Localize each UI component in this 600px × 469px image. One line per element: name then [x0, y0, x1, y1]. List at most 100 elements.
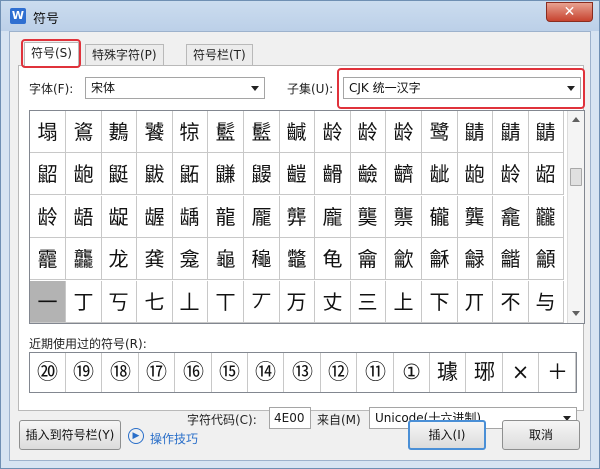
symbol-cell[interactable]: 龐 — [315, 196, 351, 238]
symbol-cell[interactable]: 龎 — [244, 196, 280, 238]
symbol-cell[interactable]: 饕 — [137, 111, 173, 153]
symbol-cell[interactable]: 龌 — [137, 196, 173, 238]
symbol-cell[interactable]: 万 — [279, 281, 315, 323]
recent-symbol-cell[interactable]: ⑬ — [285, 353, 321, 392]
symbol-cell[interactable]: 龒 — [386, 196, 422, 238]
symbol-cell[interactable]: 龍 — [208, 196, 244, 238]
symbol-cell[interactable]: 龄 — [350, 111, 386, 153]
symbol-cell[interactable]: 龉 — [66, 196, 102, 238]
symbol-cell[interactable]: 鼱 — [493, 111, 529, 153]
symbol-cell[interactable]: 龞 — [279, 238, 315, 280]
symbol-cell[interactable]: 龅 — [66, 153, 102, 195]
subset-select[interactable]: CJK 统一汉字 — [343, 77, 581, 99]
symbol-cell[interactable]: 龢 — [422, 238, 458, 280]
symbol-grid-scrollbar[interactable] — [567, 111, 584, 323]
recent-symbol-cell[interactable]: 琊 — [467, 353, 503, 392]
symbol-cell[interactable]: 龜 — [208, 238, 244, 280]
symbol-cell[interactable]: 龓 — [422, 196, 458, 238]
symbol-cell[interactable]: 鹭 — [422, 111, 458, 153]
symbol-cell[interactable]: 龋 — [172, 196, 208, 238]
symbol-cell[interactable]: 丆 — [244, 281, 280, 323]
symbol-cell[interactable]: 䶢 — [279, 111, 315, 153]
symbol-cell[interactable]: 鶈 — [101, 111, 137, 153]
symbol-cell[interactable]: 龤 — [493, 238, 529, 280]
symbol-cell[interactable]: 龠 — [350, 238, 386, 280]
recent-symbol-cell[interactable]: ⑫ — [321, 353, 357, 392]
symbol-cell[interactable]: 龄 — [493, 153, 529, 195]
symbol-cell[interactable]: 龘 — [66, 238, 102, 280]
recent-symbol-cell[interactable]: ⑲ — [66, 353, 102, 392]
symbol-cell[interactable]: 一 — [30, 281, 66, 323]
symbol-cell[interactable]: 丁 — [66, 281, 102, 323]
recent-symbol-cell[interactable]: × — [503, 353, 539, 392]
symbol-cell[interactable]: 鼹 — [244, 153, 280, 195]
symbol-cell[interactable]: 龛 — [172, 238, 208, 280]
symbol-cell[interactable]: 丅 — [208, 281, 244, 323]
symbol-cell[interactable]: 丈 — [315, 281, 351, 323]
recent-symbol-cell[interactable]: ⑱ — [103, 353, 139, 392]
insert-button[interactable]: 插入(I) — [408, 420, 486, 450]
symbol-cell[interactable]: 龇 — [422, 153, 458, 195]
recent-symbol-cell[interactable]: ＋ — [540, 353, 576, 392]
recent-symbol-cell[interactable]: ① — [394, 353, 430, 392]
scroll-up-arrow-icon[interactable] — [572, 117, 580, 122]
symbol-cell[interactable]: 龙 — [101, 238, 137, 280]
symbol-cell[interactable]: 龕 — [493, 196, 529, 238]
title-bar[interactable]: W 符号 ✕ — [1, 1, 599, 31]
symbol-cell[interactable]: 塌 — [30, 111, 66, 153]
symbol-cell[interactable]: 鼦 — [30, 153, 66, 195]
play-help-icon[interactable]: ▶ — [128, 428, 144, 444]
symbol-cell[interactable]: 鼱 — [457, 111, 493, 153]
recent-symbol-cell[interactable]: ⑰ — [139, 353, 175, 392]
font-select[interactable]: 宋体 — [85, 77, 265, 99]
tab-special-chars[interactable]: 特殊字符(P) — [85, 44, 164, 65]
symbol-cell[interactable]: 丌 — [457, 281, 493, 323]
recent-symbol-cell[interactable]: ⑮ — [212, 353, 248, 392]
symbol-cell[interactable]: 龏 — [279, 196, 315, 238]
symbol-cell[interactable]: 䳐 — [66, 111, 102, 153]
symbol-cell[interactable]: 龖 — [528, 196, 564, 238]
symbol-cell[interactable]: 不 — [493, 281, 529, 323]
symbol-cell[interactable]: 龑 — [350, 196, 386, 238]
symbol-cell[interactable]: 龄 — [30, 196, 66, 238]
symbol-cell[interactable]: 龅 — [457, 153, 493, 195]
symbol-cell[interactable]: 鼮 — [101, 153, 137, 195]
recent-symbol-cell[interactable]: 璩 — [430, 353, 466, 392]
symbol-cell[interactable]: 龣 — [457, 238, 493, 280]
symbol-cell[interactable]: 䶨 — [350, 153, 386, 195]
symbol-cell[interactable]: 䶣 — [279, 153, 315, 195]
symbol-cell[interactable]: 龄 — [315, 111, 351, 153]
tab-symbol[interactable]: 符号(S) — [24, 42, 79, 66]
symbol-cell[interactable]: 三 — [350, 281, 386, 323]
symbol-cell[interactable]: 与 — [528, 281, 564, 323]
symbol-cell[interactable]: 丄 — [172, 281, 208, 323]
symbol-cell[interactable]: 龡 — [386, 238, 422, 280]
scroll-down-arrow-icon[interactable] — [572, 311, 580, 316]
symbol-cell[interactable]: 㹁 — [172, 111, 208, 153]
recent-symbol-cell[interactable]: ⑪ — [358, 353, 394, 392]
symbol-cell[interactable]: 䰐 — [244, 111, 280, 153]
symbol-cell[interactable]: 下 — [422, 281, 458, 323]
insert-to-symbol-bar-button[interactable]: 插入到符号栏(Y) — [19, 420, 121, 450]
symbol-cell[interactable]: 龊 — [101, 196, 137, 238]
symbol-cell[interactable]: 鼸 — [208, 153, 244, 195]
symbol-cell[interactable]: 上 — [386, 281, 422, 323]
symbol-cell[interactable]: 七 — [137, 281, 173, 323]
cancel-button[interactable]: 取消 — [502, 420, 580, 450]
symbol-cell[interactable]: 龔 — [457, 196, 493, 238]
symbol-cell[interactable]: 䶩 — [386, 153, 422, 195]
symbol-cell[interactable]: 龚 — [137, 238, 173, 280]
tips-link[interactable]: 操作技巧 — [150, 430, 198, 447]
symbol-cell[interactable]: 龗 — [30, 238, 66, 280]
close-button[interactable]: ✕ — [546, 2, 593, 22]
recent-symbol-cell[interactable]: ⑯ — [176, 353, 212, 392]
symbol-cell[interactable]: 鼱 — [528, 111, 564, 153]
symbol-cell[interactable]: 鼫 — [172, 153, 208, 195]
symbol-cell[interactable]: 䰐 — [208, 111, 244, 153]
symbol-cell[interactable]: 龝 — [244, 238, 280, 280]
char-code-input[interactable]: 4E00 — [269, 407, 311, 429]
symbol-cell[interactable]: 丂 — [101, 281, 137, 323]
symbol-cell[interactable]: 龥 — [528, 238, 564, 280]
symbol-cell[interactable]: 龟 — [315, 238, 351, 280]
symbol-cell[interactable]: 䶤 — [315, 153, 351, 195]
